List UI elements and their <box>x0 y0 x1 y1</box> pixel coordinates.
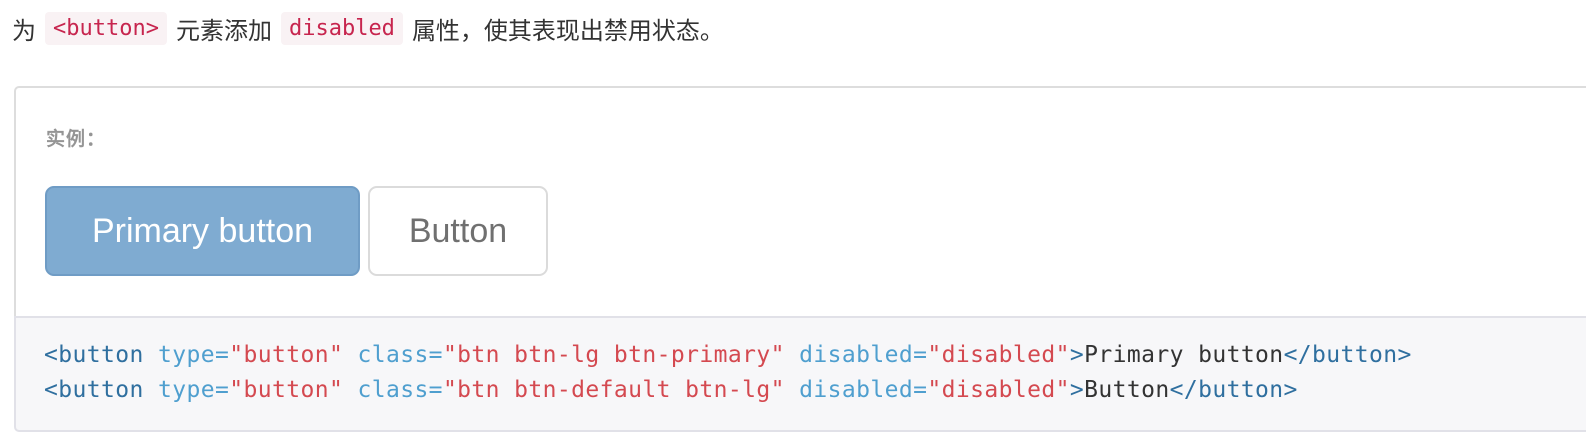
code-block: <button type="button" class="btn btn-lg … <box>14 316 1586 432</box>
example-label: 实例： <box>46 128 107 150</box>
intro-suffix: 属性，使其表现出禁用状态。 <box>411 16 724 45</box>
intro-middle: 元素添加 <box>175 16 272 45</box>
code-tag: > <box>1069 342 1085 368</box>
intro-prefix: 为 <box>12 16 36 45</box>
code-string: "disabled" <box>927 342 1070 368</box>
code-attr: class= <box>343 342 443 368</box>
code-tag: > <box>1069 377 1085 403</box>
code-attr: disabled= <box>784 377 928 403</box>
primary-button-disabled[interactable]: Primary button <box>45 186 360 276</box>
code-attr: disabled= <box>784 342 928 368</box>
code-string: "disabled" <box>927 377 1070 403</box>
code-string: "button" <box>229 377 344 403</box>
code-line-1: <button type="button" class="btn btn-lg … <box>44 342 1412 368</box>
code-string: "btn btn-lg btn-primary" <box>442 342 785 368</box>
code-attr: type= <box>143 342 230 368</box>
code-tag: <button <box>44 377 144 403</box>
code-text: Primary button <box>1084 342 1284 368</box>
code-tag: </button> <box>1169 377 1298 403</box>
code-string: "button" <box>229 342 344 368</box>
code-attr: class= <box>343 377 443 403</box>
code-line-2: <button type="button" class="btn btn-def… <box>44 377 1298 403</box>
code-tag: </button> <box>1283 342 1412 368</box>
code-text: Button <box>1084 377 1170 403</box>
default-button-disabled[interactable]: Button <box>368 186 548 276</box>
code-attr: type= <box>143 377 230 403</box>
intro-paragraph: 为 <button> 元素添加 disabled 属性，使其表现出禁用状态。 <box>12 6 724 50</box>
inline-code-disabled: disabled <box>280 11 403 45</box>
code-tag: <button <box>44 342 144 368</box>
example-box: 实例： Primary button Button <box>14 86 1586 318</box>
inline-code-button: <button> <box>45 11 167 45</box>
code-string: "btn btn-default btn-lg" <box>442 377 785 403</box>
